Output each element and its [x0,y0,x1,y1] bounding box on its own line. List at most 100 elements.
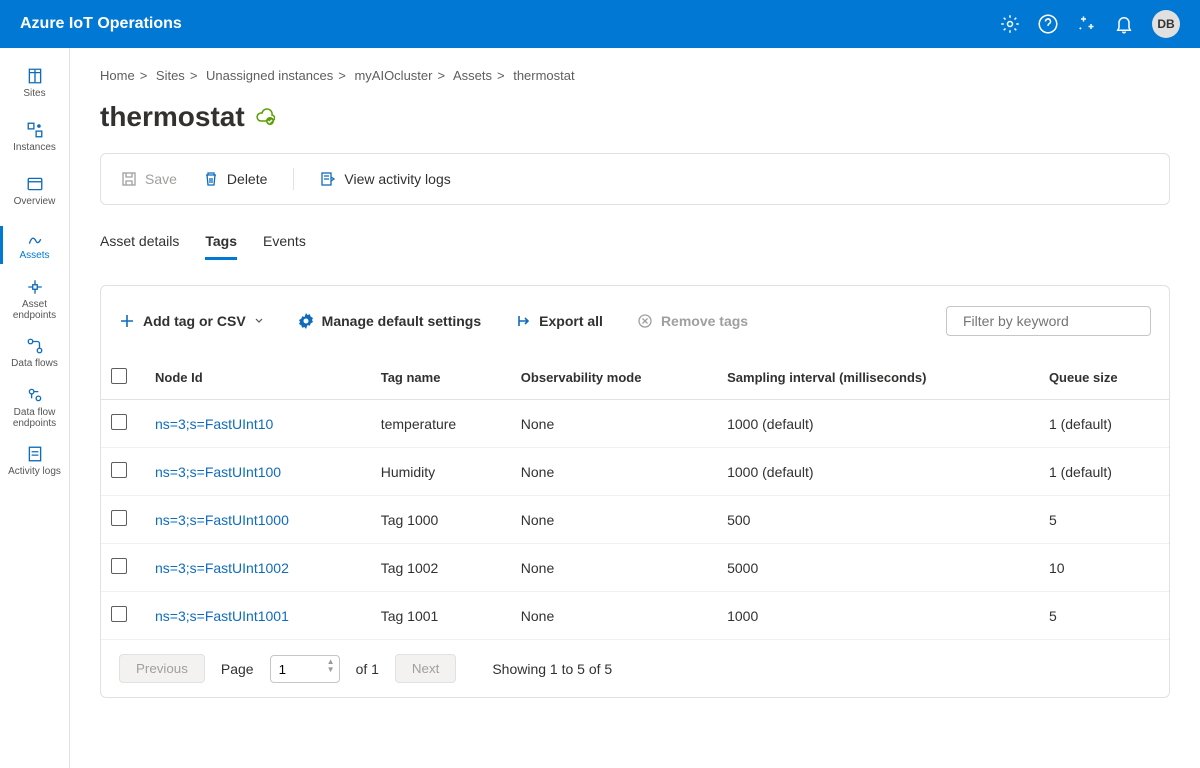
row-checkbox[interactable] [111,606,127,622]
sidebar-item-label: Sites [23,88,45,99]
add-tag-label: Add tag or CSV [143,313,246,329]
plus-icon [119,313,135,329]
endpoints-icon [26,278,44,296]
filter-box[interactable] [946,306,1151,336]
sidebar-item-assets[interactable]: Assets [0,218,69,272]
page-input[interactable] [279,662,309,677]
cell-mode: None [511,496,717,544]
col-interval[interactable]: Sampling interval (milliseconds) [717,356,1039,400]
row-checkbox[interactable] [111,558,127,574]
export-icon [515,313,531,329]
node-id-link[interactable]: ns=3;s=FastUInt100 [145,448,371,496]
cell-mode: None [511,592,717,640]
col-tag-name[interactable]: Tag name [371,356,511,400]
spinner-icon[interactable]: ▲▼ [327,658,335,674]
sidebar-item-instances[interactable]: Instances [0,110,69,164]
activity-icon [320,171,336,187]
cell-queue: 5 [1039,592,1169,640]
select-all-checkbox[interactable] [111,368,127,384]
node-id-link[interactable]: ns=3;s=FastUInt10 [145,400,371,448]
sidebar: Sites Instances Overview Assets Asset en… [0,48,70,768]
sidebar-item-activity-logs[interactable]: Activity logs [0,434,69,488]
row-checkbox[interactable] [111,462,127,478]
node-id-link[interactable]: ns=3;s=FastUInt1001 [145,592,371,640]
cell-interval: 1000 (default) [717,448,1039,496]
sidebar-item-overview[interactable]: Overview [0,164,69,218]
instances-icon [26,121,44,139]
overview-icon [26,175,44,193]
save-icon [121,171,137,187]
cell-tag: Tag 1001 [371,592,511,640]
breadcrumb-link[interactable]: Unassigned instances [206,68,333,83]
breadcrumb-link[interactable]: Home [100,68,135,83]
breadcrumb-link[interactable]: myAIOcluster [354,68,432,83]
sidebar-item-label: Data flow endpoints [0,407,69,429]
cell-tag: Humidity [371,448,511,496]
breadcrumb: Home> Sites> Unassigned instances> myAIO… [100,68,1170,83]
assets-icon [26,229,44,247]
cell-interval: 5000 [717,544,1039,592]
pager: Previous Page ▲▼ of 1 Next Showing 1 to … [101,640,1169,697]
sidebar-item-label: Instances [13,142,56,153]
save-button: Save [121,171,177,187]
sidebar-item-df-endpoints[interactable]: Data flow endpoints [0,380,69,434]
table-row: ns=3;s=FastUInt100HumidityNone1000 (defa… [101,448,1169,496]
col-node-id[interactable]: Node Id [145,356,371,400]
sidebar-item-asset-endpoints[interactable]: Asset endpoints [0,272,69,326]
col-queue[interactable]: Queue size [1039,356,1169,400]
activity-logs-button[interactable]: View activity logs [320,171,450,187]
gear-icon[interactable] [1000,14,1020,34]
tags-card: Add tag or CSV Manage default settings E… [100,285,1170,698]
remove-label: Remove tags [661,313,748,329]
tab-tags[interactable]: Tags [205,225,237,260]
row-checkbox[interactable] [111,510,127,526]
sidebar-item-sites[interactable]: Sites [0,56,69,110]
activity-label: View activity logs [344,171,450,187]
prev-button: Previous [119,654,205,683]
cell-interval: 1000 (default) [717,400,1039,448]
page-input-wrap[interactable]: ▲▼ [270,655,340,683]
cell-interval: 1000 [717,592,1039,640]
table-row: ns=3;s=FastUInt1001Tag 1001None10005 [101,592,1169,640]
cell-tag: Tag 1002 [371,544,511,592]
page-label: Page [221,661,254,677]
remove-tags-button: Remove tags [637,313,748,329]
filter-input[interactable] [963,313,1144,329]
breadcrumb-link[interactable]: Sites [156,68,185,83]
remove-icon [637,313,653,329]
showing-text: Showing 1 to 5 of 5 [492,661,612,677]
manage-label: Manage default settings [322,313,481,329]
sparkle-icon[interactable] [1076,14,1096,34]
page-title: thermostat [100,101,245,133]
flows-icon [26,337,44,355]
page-of: of 1 [356,661,379,677]
tab-events[interactable]: Events [263,225,306,260]
tab-asset-details[interactable]: Asset details [100,225,179,260]
cell-queue: 5 [1039,496,1169,544]
tags-table: Node Id Tag name Observability mode Samp… [101,356,1169,640]
node-id-link[interactable]: ns=3;s=FastUInt1000 [145,496,371,544]
sidebar-item-label: Overview [14,196,56,207]
cell-interval: 500 [717,496,1039,544]
add-tag-button[interactable]: Add tag or CSV [119,313,264,329]
bell-icon[interactable] [1114,14,1134,34]
table-row: ns=3;s=FastUInt1000Tag 1000None5005 [101,496,1169,544]
df-endpoints-icon [26,386,44,404]
delete-button[interactable]: Delete [203,171,267,187]
sidebar-item-label: Assets [19,250,49,261]
export-label: Export all [539,313,603,329]
export-all-button[interactable]: Export all [515,313,603,329]
next-button: Next [395,654,456,683]
cell-tag: Tag 1000 [371,496,511,544]
save-label: Save [145,171,177,187]
avatar[interactable]: DB [1152,10,1180,38]
breadcrumb-link[interactable]: Assets [453,68,492,83]
manage-defaults-button[interactable]: Manage default settings [298,313,481,329]
col-mode[interactable]: Observability mode [511,356,717,400]
sidebar-item-data-flows[interactable]: Data flows [0,326,69,380]
cell-tag: temperature [371,400,511,448]
row-checkbox[interactable] [111,414,127,430]
node-id-link[interactable]: ns=3;s=FastUInt1002 [145,544,371,592]
gear-icon [298,313,314,329]
help-icon[interactable] [1038,14,1058,34]
